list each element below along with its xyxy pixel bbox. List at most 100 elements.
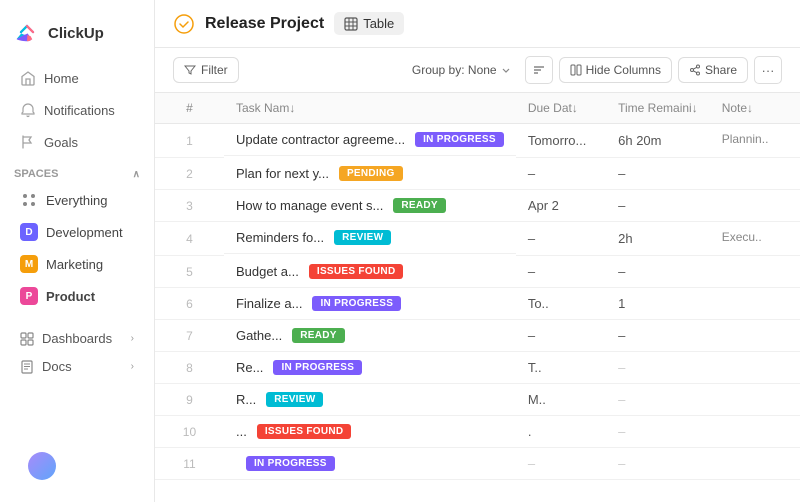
task-name: Re...	[236, 360, 263, 375]
development-dot: D	[20, 223, 38, 241]
row-task: R...REVIEW	[224, 384, 516, 416]
row-due-date: –	[516, 158, 606, 190]
status-badge: READY	[292, 328, 345, 343]
main-content: Release Project Table Filter Group by: N…	[155, 0, 800, 502]
share-button[interactable]: Share	[678, 57, 748, 83]
row-num: 3	[155, 190, 224, 222]
everything-icon	[20, 191, 38, 209]
sidebar-item-goals[interactable]: Goals	[6, 127, 148, 157]
status-badge: REVIEW	[266, 392, 323, 407]
row-num: 8	[155, 352, 224, 384]
col-header-due[interactable]: Due Dat↓	[516, 93, 606, 124]
row-task: IN PROGRESS	[224, 448, 516, 480]
row-task: Reminders fo...REVIEW	[224, 222, 516, 254]
dashboards-arrow: ›	[131, 333, 134, 344]
sidebar-item-dashboards-label: Dashboards	[42, 331, 112, 346]
col-header-task[interactable]: Task Nam↓	[224, 93, 516, 124]
row-due-date: –	[516, 256, 606, 288]
table-header-row: # Task Nam↓ Due Dat↓ Time R	[155, 93, 800, 124]
table-row[interactable]: 7Gathe...READY––	[155, 320, 800, 352]
row-task: Finalize a...IN PROGRESS	[224, 288, 516, 320]
task-name: Gathe...	[236, 328, 282, 343]
sidebar-item-marketing-label: Marketing	[46, 257, 103, 272]
sidebar-item-notifications-label: Notifications	[44, 103, 115, 118]
sidebar-item-notifications[interactable]: Notifications	[6, 95, 148, 125]
spaces-section-title: Spaces ∧	[0, 158, 154, 184]
flag-icon	[20, 134, 36, 150]
row-due-date: M..	[516, 384, 606, 416]
sidebar-item-product[interactable]: P Product	[6, 281, 148, 311]
row-num: 5	[155, 256, 224, 288]
row-num: 2	[155, 158, 224, 190]
row-notes	[710, 256, 800, 288]
table-row[interactable]: 6Finalize a...IN PROGRESSTo..1	[155, 288, 800, 320]
row-due-date: Tomorro...	[516, 124, 606, 158]
row-num: 6	[155, 288, 224, 320]
product-dot: P	[20, 287, 38, 305]
task-table-container: # Task Nam↓ Due Dat↓ Time R	[155, 93, 800, 502]
table-row[interactable]: 3How to manage event s...READYApr 2–	[155, 190, 800, 222]
group-by-chevron	[501, 65, 511, 75]
status-badge: IN PROGRESS	[415, 132, 504, 147]
sidebar-item-dashboards[interactable]: Dashboards ›	[6, 325, 148, 352]
app-name: ClickUp	[48, 25, 104, 42]
status-badge: ISSUES FOUND	[309, 264, 404, 279]
task-name: Update contractor agreeme...	[236, 132, 405, 147]
row-notes	[710, 320, 800, 352]
row-due-date: –	[516, 448, 606, 480]
task-name: How to manage event s...	[236, 198, 383, 213]
table-view-label: Table	[363, 16, 394, 31]
task-name: Budget a...	[236, 264, 299, 279]
table-row[interactable]: 10...ISSUES FOUND.–	[155, 416, 800, 448]
group-by-selector[interactable]: Group by: None	[404, 58, 519, 82]
row-time-remaining: –	[606, 352, 710, 384]
row-task: Update contractor agreeme... IN PROGRESS	[224, 124, 516, 156]
row-notes	[710, 352, 800, 384]
task-name: ...	[236, 424, 247, 439]
status-badge: REVIEW	[334, 230, 391, 245]
more-options-button[interactable]: ···	[754, 56, 782, 84]
sort-button[interactable]	[525, 56, 553, 84]
spaces-collapse-arrow[interactable]: ∧	[133, 169, 140, 180]
row-due-date: –	[516, 320, 606, 352]
status-badge: IN PROGRESS	[246, 456, 335, 471]
table-row[interactable]: 9R...REVIEWM..–	[155, 384, 800, 416]
row-task: Budget a... ISSUES FOUND	[224, 256, 516, 288]
sort-icon	[532, 63, 546, 77]
row-notes: Execu..	[710, 222, 800, 256]
toolbar-right: Group by: None Hide Columns	[404, 56, 782, 84]
filter-button[interactable]: Filter	[173, 57, 239, 83]
row-num: 7	[155, 320, 224, 352]
row-due-date: To..	[516, 288, 606, 320]
row-due-date: –	[516, 222, 606, 256]
row-notes	[710, 190, 800, 222]
avatar[interactable]	[28, 452, 56, 480]
sidebar-item-development[interactable]: D Development	[6, 217, 148, 247]
sidebar-item-marketing[interactable]: M Marketing	[6, 249, 148, 279]
app-logo[interactable]: ClickUp	[0, 12, 154, 62]
row-time-remaining: 6h 20m	[606, 124, 710, 158]
sidebar: ClickUp Home Notifications Goals Sp	[0, 0, 155, 502]
sidebar-item-home[interactable]: Home	[6, 63, 148, 93]
table-row[interactable]: 8Re...IN PROGRESST..–	[155, 352, 800, 384]
hide-columns-button[interactable]: Hide Columns	[559, 57, 672, 83]
table-row[interactable]: 11IN PROGRESS––	[155, 448, 800, 480]
share-icon	[689, 64, 701, 76]
table-row[interactable]: 1Update contractor agreeme...IN PROGRESS…	[155, 124, 800, 158]
filter-label: Filter	[201, 63, 228, 77]
table-view-tab[interactable]: Table	[334, 12, 404, 35]
row-num: 9	[155, 384, 224, 416]
task-name: Plan for next y...	[236, 166, 329, 181]
table-row[interactable]: 2Plan for next y...PENDING––	[155, 158, 800, 190]
table-row[interactable]: 5Budget a...ISSUES FOUND––	[155, 256, 800, 288]
docs-icon	[20, 360, 34, 374]
row-num: 10	[155, 416, 224, 448]
table-row[interactable]: 4Reminders fo...REVIEW–2hExecu..	[155, 222, 800, 256]
table-icon	[344, 17, 358, 31]
sidebar-item-docs[interactable]: Docs ›	[6, 353, 148, 380]
hide-columns-icon	[570, 64, 582, 76]
col-header-notes[interactable]: Note↓	[710, 93, 800, 124]
sidebar-item-everything[interactable]: Everything	[6, 185, 148, 215]
row-task: How to manage event s...READY	[224, 190, 516, 222]
col-header-time[interactable]: Time Remaini↓	[606, 93, 710, 124]
